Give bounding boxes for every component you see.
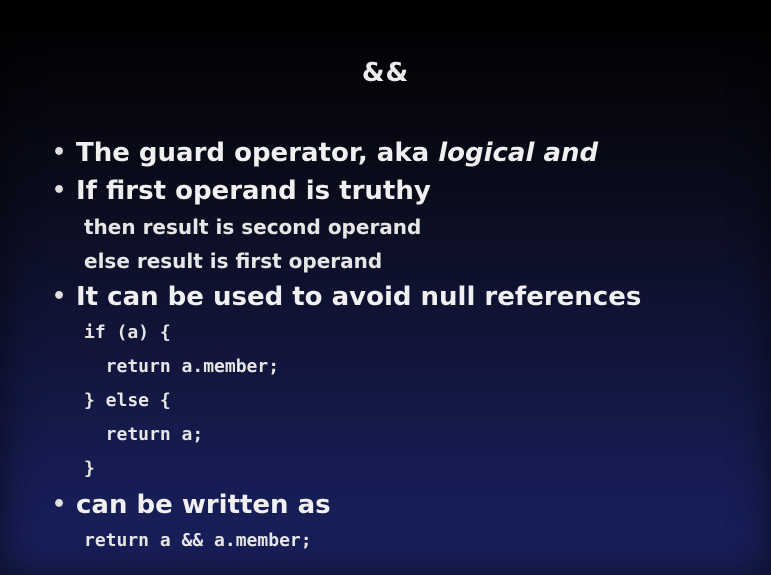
code-line: return a.member;	[84, 356, 280, 377]
code-block: if (a) { return a.member; } else { retur…	[48, 316, 748, 486]
slide-title: &&	[361, 58, 410, 88]
bullet-text: The guard operator, aka	[76, 138, 439, 168]
bullet-written-as: • can be written as	[48, 486, 748, 524]
bullet-guard-operator: • The guard operator, aka logical and	[48, 134, 748, 172]
code-line: return a && a.member;	[84, 530, 312, 551]
sub-line: then result is second operand	[84, 215, 422, 239]
code-line: }	[84, 458, 95, 479]
bullet-truthy: • If first operand is truthy	[48, 172, 748, 210]
bullet-dot-icon: •	[52, 178, 67, 203]
bullet-italic-text: logical and	[438, 138, 599, 168]
bullet-dot-icon: •	[52, 492, 67, 517]
bullet-text: It can be used to avoid null references	[76, 282, 642, 312]
bullet-text: can be written as	[76, 490, 331, 520]
bullet-dot-icon: •	[52, 140, 67, 165]
slide: && • The guard operator, aka logical and…	[0, 0, 771, 575]
code-line: } else {	[84, 390, 171, 411]
code-block: return a && a.member;	[48, 524, 748, 558]
bullet-text: If first operand is truthy	[76, 176, 431, 206]
code-line: return a;	[84, 424, 204, 445]
sub-line: else result is first operand	[84, 249, 383, 273]
bullet-dot-icon: •	[52, 284, 67, 309]
code-line: if (a) {	[84, 322, 171, 343]
bullet-list: • The guard operator, aka logical and • …	[48, 134, 748, 558]
bullet-null-references: • It can be used to avoid null reference…	[48, 278, 748, 316]
